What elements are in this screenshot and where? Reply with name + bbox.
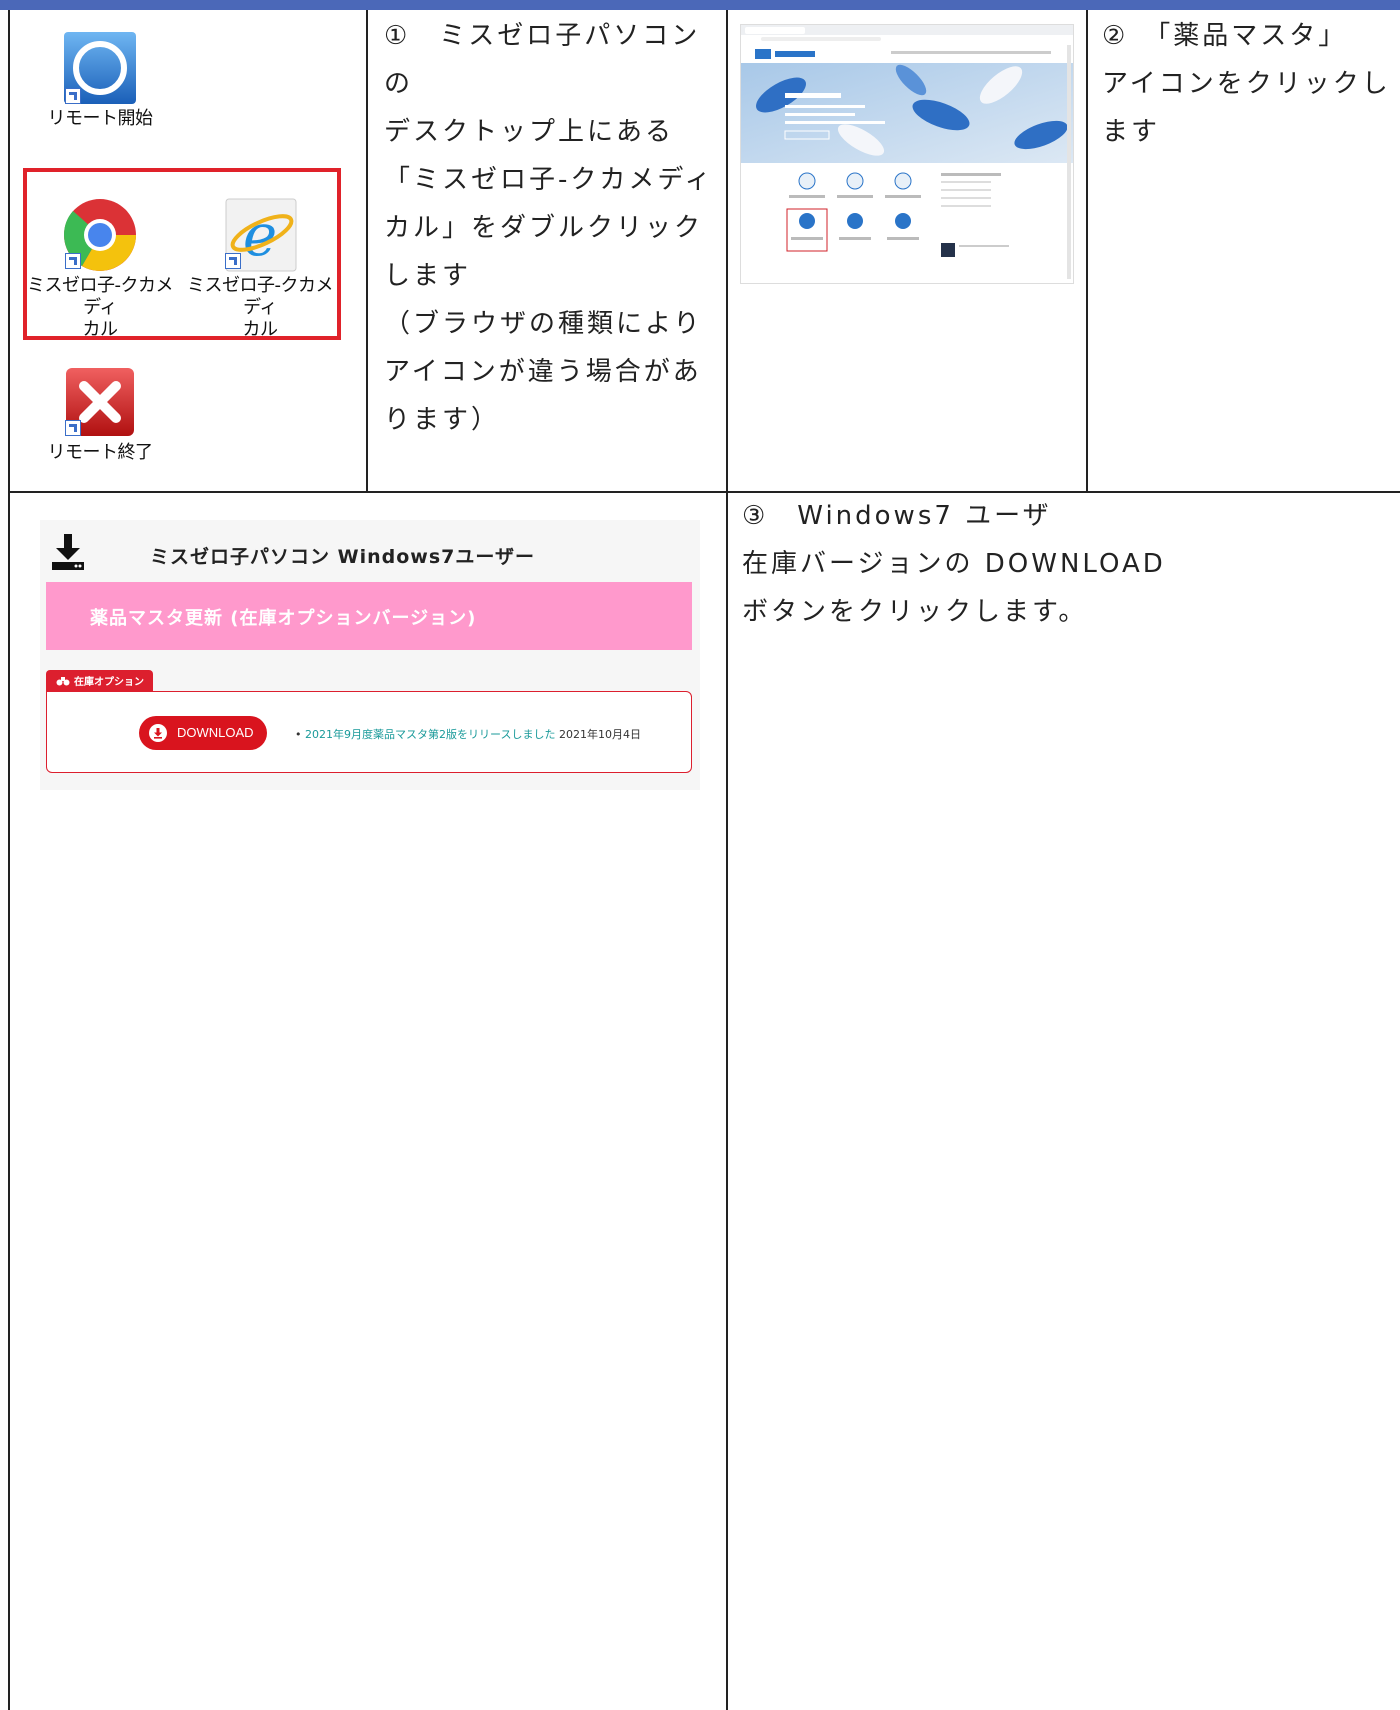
- download-panel: ミスゼロ子パソコン Windows7ユーザー 薬品マスタ更新 (在庫オプションバ…: [40, 520, 700, 790]
- binoculars-icon: [56, 677, 70, 686]
- download-button[interactable]: DOWNLOAD: [139, 716, 267, 750]
- step1-line: カル」をダブルクリック: [384, 213, 704, 243]
- step3-line: 在庫バージョンの DOWNLOAD: [742, 549, 1166, 579]
- release-note-link[interactable]: 2021年9月度薬品マスタ第2版をリリースしました: [305, 728, 555, 741]
- step2-line: ② 「薬品マスタ」: [1102, 21, 1348, 51]
- stock-option-tab-label: 在庫オプション: [74, 677, 144, 688]
- desktop-icon-internet-explorer[interactable]: e ミスゼロ子-クカメディ カル: [185, 195, 335, 341]
- svg-text:e: e: [243, 201, 277, 269]
- shortcut-arrow-icon: [225, 253, 241, 269]
- desktop-icon-label-line1: ミスゼロ子-クカメディ: [27, 275, 174, 318]
- step1-line: ります）: [384, 405, 501, 435]
- step2-line: アイコンをクリックし: [1102, 69, 1391, 99]
- website-preview-image: [741, 25, 1073, 279]
- download-button-label: DOWNLOAD: [177, 725, 254, 740]
- stock-option-tab: 在庫オプション: [46, 670, 153, 692]
- step2-instructions: ② 「薬品マスタ」 アイコンをクリックし ます: [1102, 12, 1392, 156]
- desktop-icon-label-line1: ミスゼロ子-クカメディ: [187, 275, 334, 318]
- browser-screenshot-thumbnail: [740, 24, 1074, 284]
- stock-option-box: DOWNLOAD • 2021年9月度薬品マスタ第2版をリリースしました 202…: [46, 691, 692, 773]
- step3-line: ③ Windows7 ユーザ: [742, 501, 1052, 531]
- section-title: 薬品マスタ更新 (在庫オプションバージョン): [90, 608, 477, 629]
- step1-line: デスクトップ上にある: [384, 117, 675, 147]
- bullet: •: [295, 728, 305, 741]
- step1-instructions: ① ミスゼロ子パソコンの デスクトップ上にある 「ミスゼロ子-クカメディ カル」…: [384, 12, 720, 444]
- desktop-icon-label-line2: カル: [242, 319, 279, 340]
- header-bar: [0, 0, 1400, 10]
- step3-line: ボタンをクリックします。: [742, 597, 1088, 627]
- section-header: 薬品マスタ更新 (在庫オプションバージョン): [46, 582, 692, 650]
- step3-instructions: ③ Windows7 ユーザ 在庫バージョンの DOWNLOAD ボタンをクリッ…: [742, 492, 1382, 636]
- table-border-left: [8, 10, 10, 1710]
- desktop-icon-chrome[interactable]: ミスゼロ子-クカメディ カル: [25, 195, 175, 341]
- step1-line: ① ミスゼロ子パソコンの: [384, 21, 701, 99]
- step2-line: ます: [1102, 117, 1161, 147]
- desktop-icon-label: リモート開始: [47, 108, 154, 129]
- step1-line: （ブラウザの種類により: [384, 309, 703, 339]
- release-date: 2021年10月4日: [558, 728, 641, 741]
- desktop-icon-label: リモート終了: [47, 442, 154, 463]
- table-border-col3: [1086, 10, 1088, 492]
- shortcut-arrow-icon: [65, 420, 81, 436]
- download-panel-title: ミスゼロ子パソコン Windows7ユーザー: [150, 546, 535, 568]
- desktop-icon-remote-start[interactable]: リモート開始: [25, 28, 175, 130]
- download-circle-icon: [149, 724, 167, 742]
- table-border-col2: [726, 10, 728, 1710]
- step1-line: アイコンが違う場合があ: [384, 357, 702, 387]
- shortcut-arrow-icon: [65, 88, 81, 104]
- step1-line: 「ミスゼロ子-クカメディ: [384, 165, 714, 195]
- release-note: • 2021年9月度薬品マスタ第2版をリリースしました 2021年10月4日: [295, 726, 641, 742]
- shortcut-arrow-icon: [65, 253, 81, 269]
- desktop-icon-remote-end[interactable]: リモート終了: [25, 362, 175, 464]
- step1-line: します: [384, 261, 472, 291]
- download-icon: [52, 534, 84, 570]
- table-border-col1: [366, 10, 368, 492]
- desktop-icon-label-line2: カル: [82, 319, 119, 340]
